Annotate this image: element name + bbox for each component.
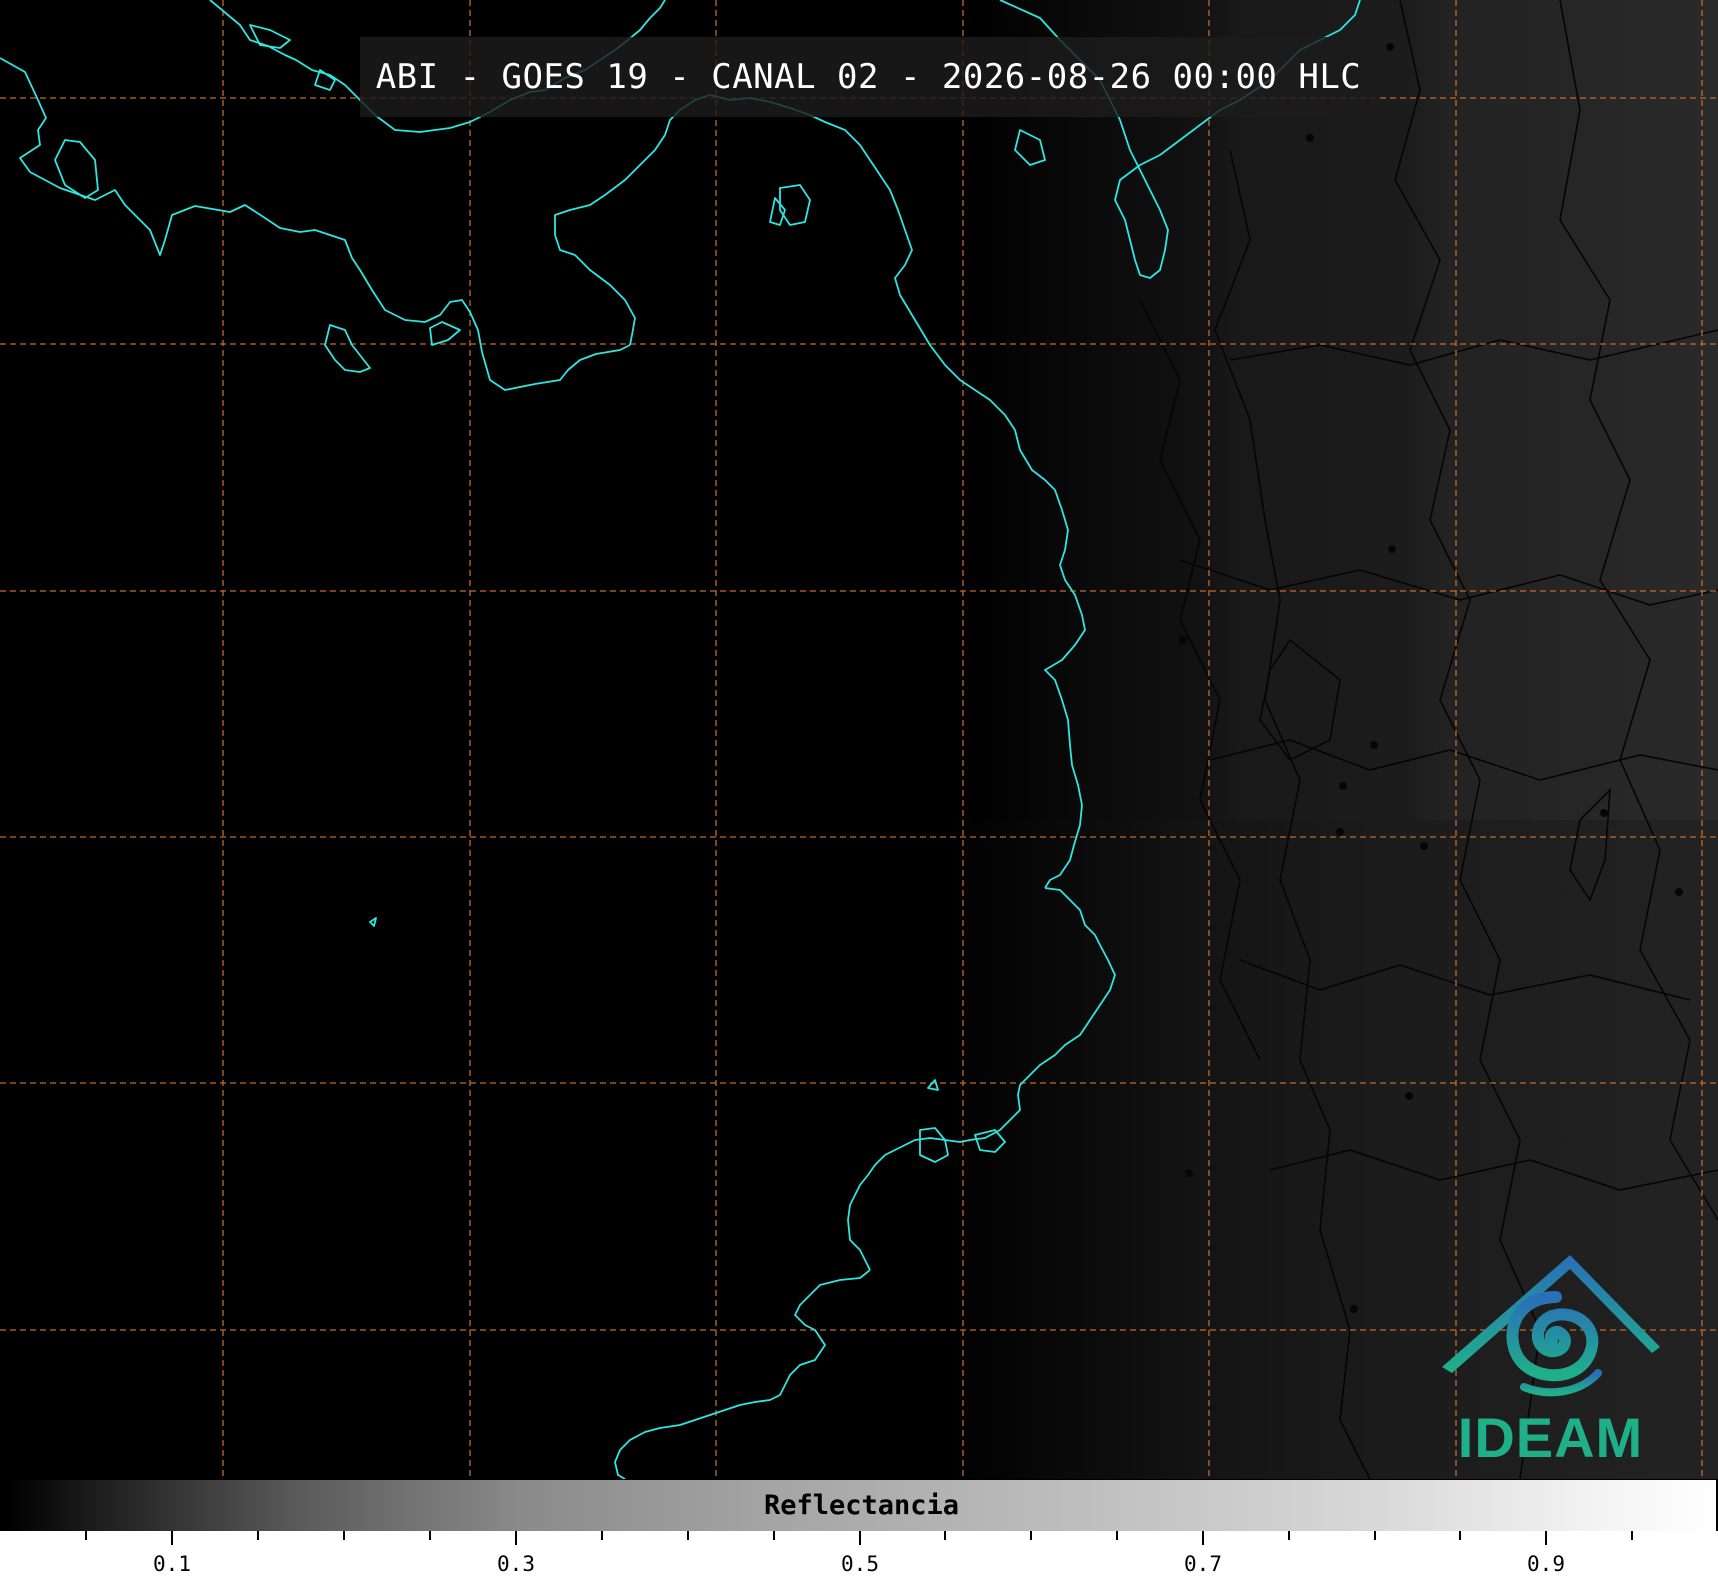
colorbar-minor-tick (944, 1531, 946, 1540)
colorbar-minor-tick (257, 1531, 259, 1540)
colorbar-tick-label: 0.9 (1527, 1552, 1565, 1576)
colorbar-major-tick (1545, 1531, 1547, 1545)
colorbar-minor-tick (1288, 1531, 1290, 1540)
colorbar-tick-label: 0.5 (841, 1552, 879, 1576)
title-banner: ABI - GOES 19 - CANAL 02 - 2026-08-26 00… (360, 37, 1377, 117)
ideam-logo-text: IDEAM (1457, 1406, 1644, 1469)
colorbar-minor-tick (1459, 1531, 1461, 1540)
colorbar-minor-tick (687, 1531, 689, 1540)
colorbar-tick-label: 0.7 (1184, 1552, 1222, 1576)
ideam-logo: IDEAM (1438, 1255, 1663, 1470)
colorbar-major-tick (515, 1531, 517, 1545)
map-title: ABI - GOES 19 - CANAL 02 - 2026-08-26 00… (375, 57, 1362, 97)
colorbar-label: Reflectancia (763, 1490, 960, 1521)
satellite-map-figure: ABI - GOES 19 - CANAL 02 - 2026-08-26 00… (0, 0, 1718, 1577)
colorbar-minor-tick (1116, 1531, 1118, 1540)
colorbar: Reflectancia (6, 1479, 1717, 1533)
colorbar-major-tick (171, 1531, 173, 1545)
colorbar-minor-tick (1631, 1531, 1633, 1540)
colorbar-minor-tick (85, 1531, 87, 1540)
colorbar-minor-tick (343, 1531, 345, 1540)
cloud-field-upper (0, 0, 1718, 820)
colorbar-axis: 0.1 0.3 0.5 0.7 0.9 (0, 1531, 1718, 1577)
colorbar-major-tick (859, 1531, 861, 1545)
colorbar-minor-tick (429, 1531, 431, 1540)
colorbar-minor-tick (601, 1531, 603, 1540)
colorbar-minor-tick (1030, 1531, 1032, 1540)
colorbar-tick-label: 0.1 (153, 1552, 191, 1576)
colorbar-minor-tick (1374, 1531, 1376, 1540)
colorbar-minor-tick (773, 1531, 775, 1540)
colorbar-major-tick (1202, 1531, 1204, 1545)
ideam-emblem-icon (1442, 1255, 1660, 1397)
colorbar-tick-label: 0.3 (497, 1552, 535, 1576)
